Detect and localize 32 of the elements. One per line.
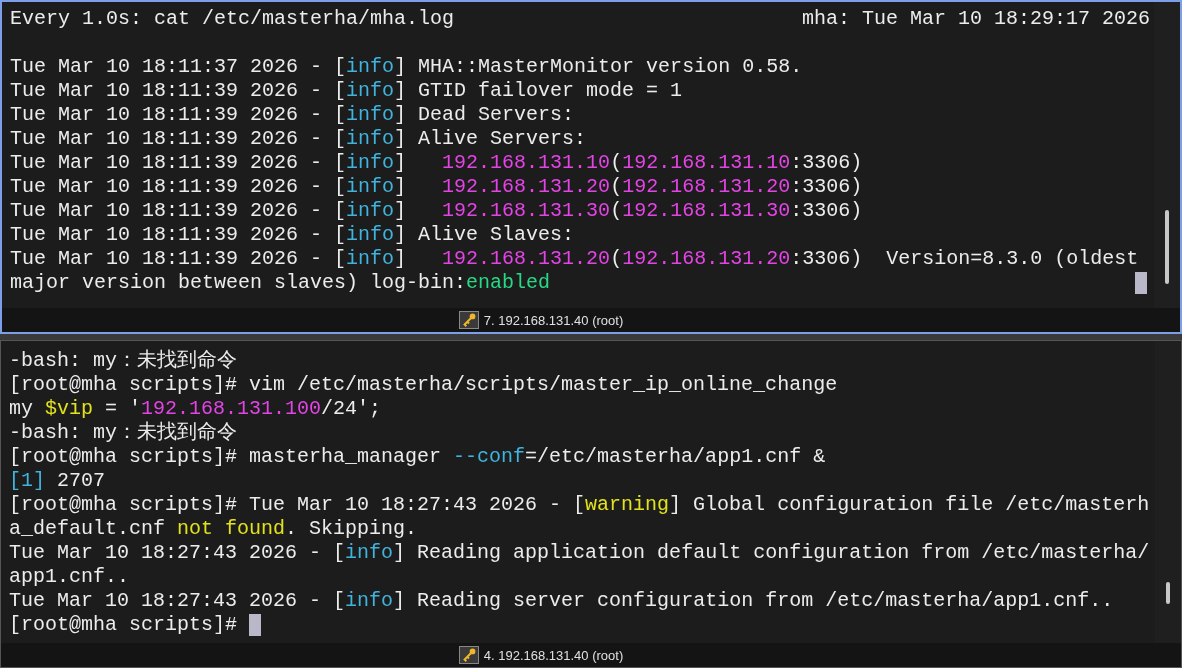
terminal-line: Tue Mar 10 18:11:39 2026 - [info] 192.168.131.20(192.168.131.20:3306): [10, 175, 863, 199]
session-tab[interactable]: 7. 192.168.131.40 (root): [458, 311, 624, 329]
terminal-line: Tue Mar 10 18:11:39 2026 - [info] 192.168.131.10(192.168.131.10:3306): [10, 151, 863, 175]
terminal-line: Tue Mar 10 18:11:39 2026 - [info] 192.168.131.30(192.168.131.30:3306): [10, 199, 863, 223]
terminal-line: [root@mha scripts]#: [9, 613, 239, 637]
terminal-line: major version between slaves) log-bin:enabled: [10, 271, 551, 295]
terminal-line: -bash: my：未找到命令: [9, 349, 238, 373]
command-header: Every 1.0s: cat /etc/masterha/mha.log: [10, 7, 455, 31]
terminal-line: app1.cnf..: [9, 565, 130, 589]
session-tab[interactable]: 4. 192.168.131.40 (root): [458, 646, 624, 664]
terminal-line: [1] 2707: [9, 469, 106, 493]
terminal-line: Tue Mar 10 18:27:43 2026 - [info] Reading application default configuration from /etc/masterha/: [9, 541, 1150, 565]
terminal-line: Tue Mar 10 18:11:39 2026 - [info] Alive Servers:: [10, 127, 587, 151]
terminal-line: a_default.cnf not found. Skipping.: [9, 517, 418, 541]
key-icon: [458, 311, 479, 329]
terminal-line: Tue Mar 10 18:11:39 2026 - [info] Alive Slaves:: [10, 223, 575, 247]
terminal-line: [root@mha scripts]# Tue Mar 10 18:27:43 2026 - [warning] Global configuration file /etc/masterh: [9, 493, 1150, 517]
terminal-line: [root@mha scripts]# vim /etc/masterha/scripts/master_ip_online_change: [9, 373, 838, 397]
text-cursor: [1135, 272, 1147, 294]
host-clock: mha: Tue Mar 10 18:29:17 2026: [801, 7, 1150, 31]
terminal-line: Tue Mar 10 18:11:39 2026 - [info] 192.168.131.20(192.168.131.20:3306) Version=8.3.0 (oldest: [10, 247, 1139, 271]
key-icon: [458, 646, 479, 664]
terminal-line: my $vip = '192.168.131.100/24';: [9, 397, 382, 421]
terminal-line: Tue Mar 10 18:11:39 2026 - [info] Dead Servers:: [10, 103, 575, 127]
scrollbar-thumb[interactable]: [1166, 582, 1170, 604]
scrollbar-thumb[interactable]: [1165, 210, 1169, 284]
text-cursor: [249, 614, 262, 636]
terminal-line: Tue Mar 10 18:27:43 2026 - [info] Reading server configuration from /etc/masterha/app1.cnf..: [9, 589, 1114, 613]
terminal-line: Tue Mar 10 18:11:39 2026 - [info] GTID failover mode = 1: [10, 79, 683, 103]
terminal-line: -bash: my：未找到命令: [9, 421, 238, 445]
terminal-line: Tue Mar 10 18:11:37 2026 - [info] MHA::MasterMonitor version 0.58.: [10, 55, 803, 79]
terminal-line: [root@mha scripts]# masterha_manager --conf=/etc/masterha/app1.cnf &: [9, 445, 826, 469]
